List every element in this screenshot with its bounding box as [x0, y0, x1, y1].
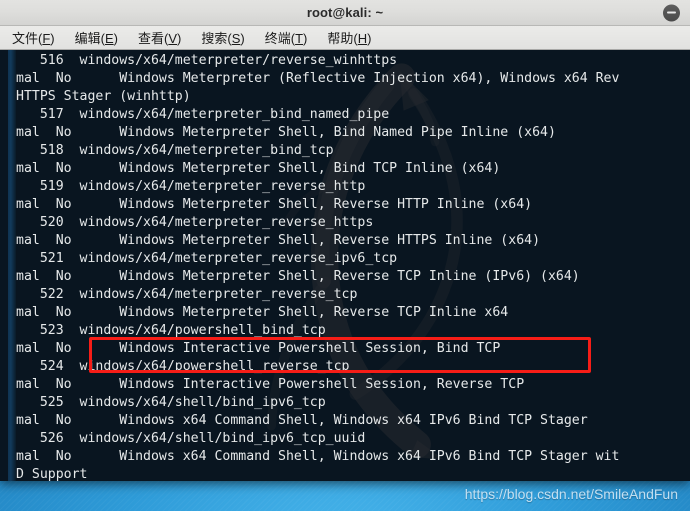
terminal-line: 517 windows/x64/meterpreter_bind_named_p… [16, 107, 390, 122]
menu-paren: ) [113, 31, 118, 46]
terminal-line: 518 windows/x64/meterpreter_bind_tcp [16, 143, 334, 158]
menu-bar: 文件(F) 编辑(E) 查看(V) 搜索(S) 终端(T) 帮助(H) [0, 26, 690, 50]
menu-label: 帮助( [327, 31, 358, 46]
terminal-line: mal No Windows Interactive Powershell Se… [16, 377, 525, 392]
menu-search[interactable]: 搜索(S) [201, 28, 244, 47]
menu-file[interactable]: 文件(F) [12, 28, 55, 47]
minimize-button-icon[interactable] [663, 4, 680, 21]
menu-paren: ) [50, 31, 55, 46]
terminal-line: mal No Windows Meterpreter Shell, Revers… [16, 305, 509, 320]
terminal-line: 520 windows/x64/meterpreter_reverse_http… [16, 215, 374, 230]
terminal-line: 523 windows/x64/powershell_bind_tcp [16, 323, 326, 338]
terminal-line: 524 windows/x64/powershell_reverse_tcp [16, 359, 350, 374]
terminal-window: root@kali: ~ 文件(F) 编辑(E) 查看(V) 搜索(S) 终端(T) 帮助… [0, 0, 690, 481]
terminal-line: mal No Windows x64 Command Shell, Window… [16, 413, 588, 428]
terminal-line: mal No Windows Meterpreter Shell, Bind N… [16, 125, 556, 140]
terminal-line: 526 windows/x64/shell/bind_ipv6_tcp_uuid [16, 431, 366, 446]
title-bar[interactable]: root@kali: ~ [0, 0, 690, 26]
menu-mnemonic: T [295, 31, 304, 46]
terminal-line: HTTPS Stager (winhttp) [16, 89, 191, 104]
terminal-line: 519 windows/x64/meterpreter_reverse_http [16, 179, 366, 194]
menu-mnemonic: H [357, 31, 368, 46]
menu-edit[interactable]: 编辑(E) [75, 28, 118, 47]
terminal-line: mal No Windows Meterpreter Shell, Revers… [16, 269, 580, 284]
menu-paren: ) [303, 31, 308, 46]
terminal-line: mal No Windows x64 Command Shell, Window… [16, 449, 620, 464]
terminal-line: mal No Windows Meterpreter Shell, Revers… [16, 233, 541, 248]
terminal-line: 522 windows/x64/meterpreter_reverse_tcp [16, 287, 358, 302]
terminal-line: mal No Windows Meterpreter Shell, Revers… [16, 197, 533, 212]
menu-label: 终端( [264, 31, 296, 46]
menu-label: 编辑( [74, 31, 105, 46]
terminal-left-edge [8, 50, 16, 481]
menu-paren: ) [240, 31, 245, 46]
menu-mnemonic: V [168, 31, 178, 46]
menu-paren: ) [367, 31, 372, 46]
menu-terminal[interactable]: 终端(T) [265, 28, 308, 47]
terminal-line: mal No Windows Meterpreter Shell, Bind T… [16, 161, 501, 176]
terminal-line: 516 windows/x64/meterpreter/reverse_winh… [16, 53, 398, 68]
terminal-line: mal No Windows Interactive Powershell Se… [16, 341, 501, 356]
menu-help[interactable]: 帮助(H) [327, 28, 371, 47]
minus-glyph [667, 11, 676, 14]
terminal-line: D Support [16, 467, 88, 481]
blog-watermark: https://blog.csdn.net/SmileAndFun [464, 486, 678, 502]
window-title: root@kali: ~ [306, 5, 384, 20]
terminal-line: mal No Windows Meterpreter (Reflective I… [16, 71, 620, 86]
menu-label: 文件( [12, 31, 43, 46]
menu-view[interactable]: 查看(V) [138, 28, 181, 47]
menu-label: 搜索( [201, 31, 232, 46]
terminal-text-lines: 516 windows/x64/meterpreter/reverse_winh… [16, 52, 690, 481]
menu-label: 查看( [138, 31, 169, 46]
menu-mnemonic: E [104, 31, 114, 46]
terminal-line: 521 windows/x64/meterpreter_reverse_ipv6… [16, 251, 398, 266]
terminal-line: 525 windows/x64/shell/bind_ipv6_tcp [16, 395, 326, 410]
terminal-output-area[interactable]: 516 windows/x64/meterpreter/reverse_winh… [0, 50, 690, 481]
menu-paren: ) [177, 31, 182, 46]
